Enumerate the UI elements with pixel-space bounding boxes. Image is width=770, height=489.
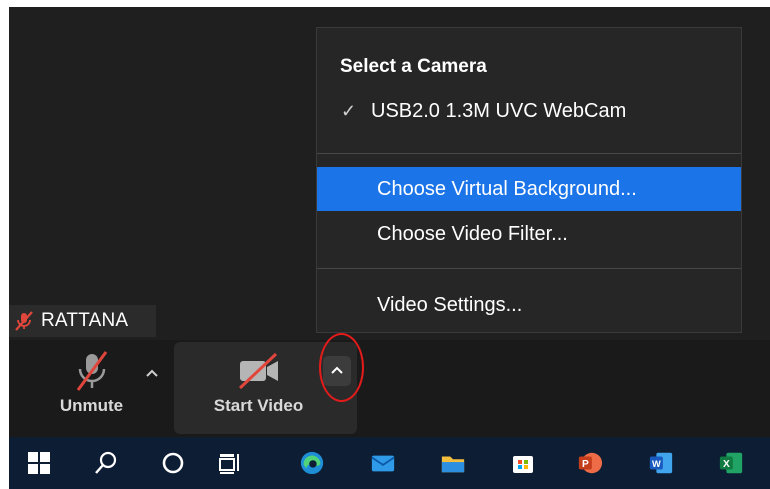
windows-start-icon[interactable]	[26, 450, 52, 476]
unmute-button[interactable]: Unmute	[44, 350, 139, 416]
powerpoint-icon[interactable]: P	[577, 450, 603, 476]
task-view-icon[interactable]	[217, 450, 243, 476]
search-icon[interactable]	[93, 450, 119, 476]
menu-item-video-filter[interactable]: Choose Video Filter...	[317, 212, 741, 256]
svg-text:W: W	[652, 459, 661, 469]
muted-microphone-icon	[15, 311, 33, 331]
excel-icon[interactable]: X	[718, 450, 744, 476]
participant-name-tag: RATTANA	[9, 305, 156, 337]
menu-item-virtual-background[interactable]: Choose Virtual Background...	[317, 167, 741, 211]
microsoft-store-icon[interactable]	[510, 450, 536, 476]
menu-divider	[317, 153, 741, 154]
menu-item-label: Choose Virtual Background...	[377, 177, 637, 200]
camera-options-menu: Select a Camera ✓ USB2.0 1.3M UVC WebCam…	[316, 27, 742, 333]
word-icon[interactable]: W	[648, 450, 674, 476]
muted-microphone-icon	[76, 351, 107, 391]
windows-taskbar: P W X	[9, 437, 770, 489]
start-video-label: Start Video	[213, 396, 304, 415]
svg-text:X: X	[723, 459, 730, 470]
menu-item-video-settings[interactable]: Video Settings...	[317, 283, 741, 327]
cortana-icon[interactable]	[160, 450, 186, 476]
video-camera-off-icon	[238, 352, 278, 390]
start-video-button[interactable]: Start Video	[196, 350, 321, 416]
unmute-label: Unmute	[59, 396, 124, 415]
zoom-meeting-window: RATTANA Select a Camera ✓ USB2.0 1.3M UV…	[9, 7, 770, 489]
menu-divider	[317, 268, 741, 269]
edge-icon[interactable]	[299, 450, 325, 476]
svg-text:P: P	[582, 459, 589, 470]
menu-item-label: Choose Video Filter...	[377, 222, 568, 245]
file-explorer-icon[interactable]	[440, 450, 466, 476]
chevron-up-icon[interactable]	[142, 363, 162, 383]
camera-option-label: USB2.0 1.3M UVC WebCam	[371, 99, 627, 122]
meeting-controls-bar: Unmute Start Video	[9, 340, 770, 437]
menu-heading: Select a Camera	[340, 56, 487, 77]
annotation-circle	[319, 333, 364, 402]
menu-item-label: Video Settings...	[377, 293, 523, 316]
camera-option-usb-webcam[interactable]: ✓ USB2.0 1.3M UVC WebCam	[317, 89, 741, 133]
checkmark-icon: ✓	[341, 100, 357, 121]
participant-name: RATTANA	[41, 310, 129, 331]
mail-icon[interactable]	[370, 450, 396, 476]
